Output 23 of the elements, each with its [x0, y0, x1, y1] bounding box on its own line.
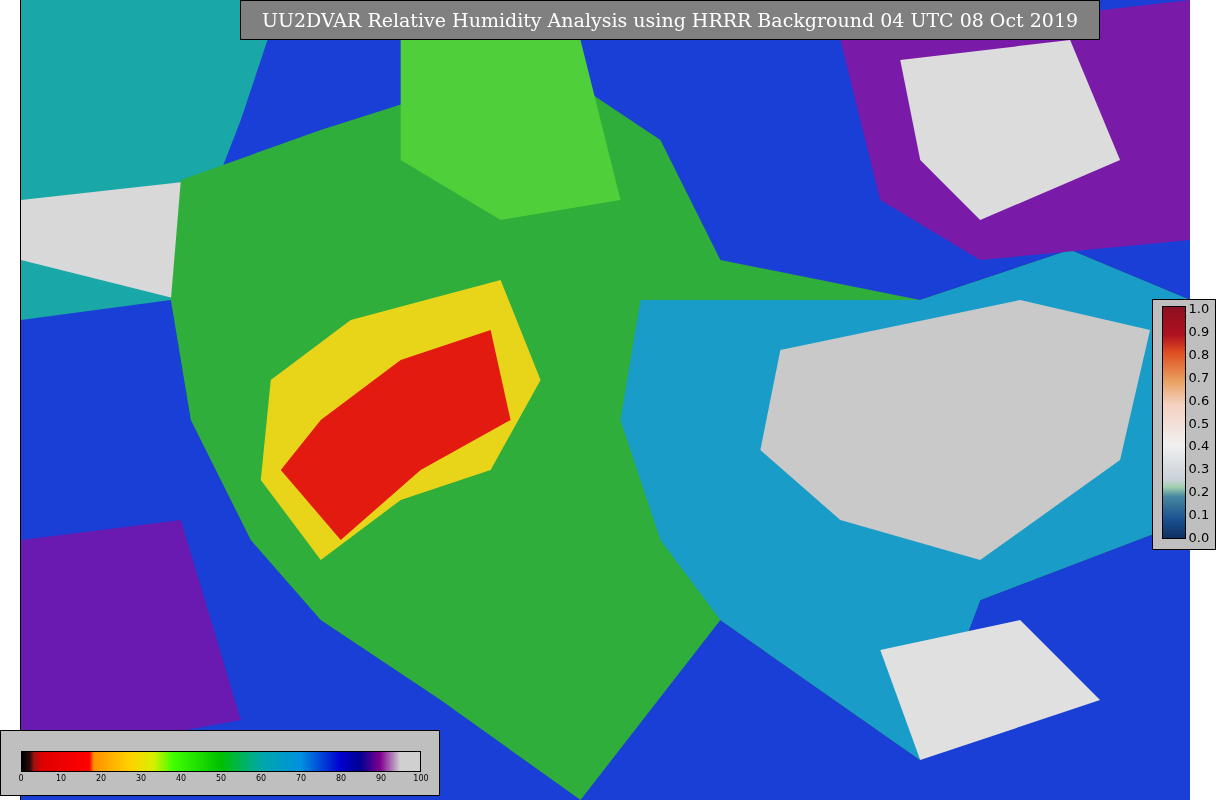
colorbar-tick-label: 20	[95, 775, 107, 783]
colorbar-tick-label: 30	[135, 775, 147, 783]
colorbar-tick-label: 40	[175, 775, 187, 783]
colorbar-tick-label: 0.4	[1188, 438, 1210, 452]
colorbar-tick-label: 90	[375, 775, 387, 783]
colorbar-tick-label: 0.6	[1188, 393, 1210, 407]
colorbar-tick-label: 100	[413, 775, 429, 783]
colorbar-tick-label: 1.0	[1188, 301, 1210, 315]
colorbar-tick-label: 0	[18, 775, 24, 783]
colorbar-tick-label: 80	[335, 775, 347, 783]
colorbar-tick-label: 50	[215, 775, 227, 783]
colorbar-tick-label: 0.1	[1188, 507, 1210, 521]
colorbar-tick-label: 10	[55, 775, 67, 783]
colorbar-tick-label: 0.7	[1188, 370, 1210, 384]
colorbar-tick-label: 0.5	[1188, 416, 1210, 429]
colorbar-tick-label: 0.9	[1188, 324, 1210, 338]
map-title: UU2DVAR Relative Humidity Analysis using HRRR Background 04 UTC 08 Oct 2019	[240, 0, 1100, 40]
colorbar-tick-label: 0.2	[1188, 484, 1210, 498]
colorbar-tick-label: 60	[255, 775, 267, 783]
colorbar-tick-label: 70	[295, 775, 307, 783]
colorbar-tick-label: 0.8	[1188, 347, 1210, 361]
colorbar-tick-label: 0.0	[1188, 530, 1210, 544]
colorbar-tick-label: 0.3	[1188, 461, 1210, 475]
